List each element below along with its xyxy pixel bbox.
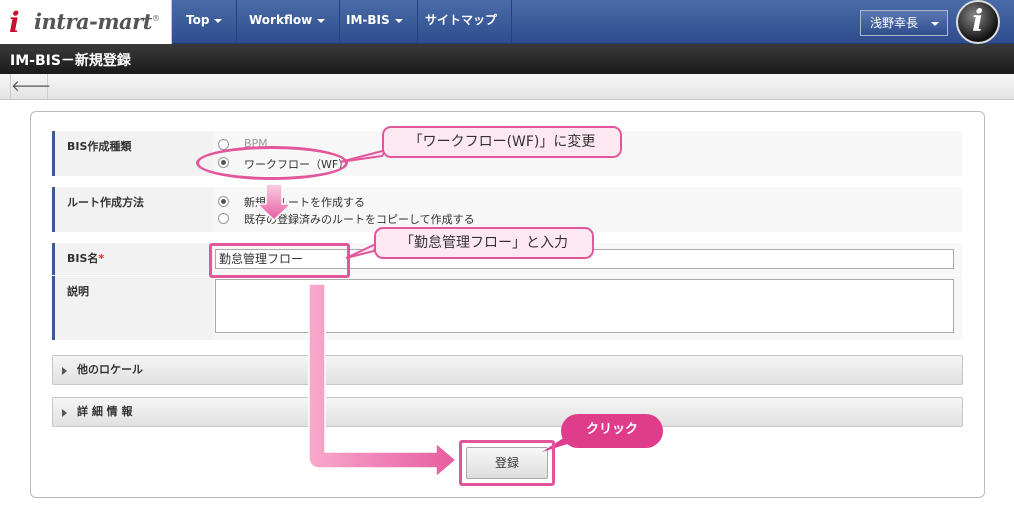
wf-highlight [196,146,348,180]
bis-type-label: BIS作成種類 [67,140,132,153]
intra-mart-logo[interactable]: i intra-mart® [0,0,172,44]
description-textarea[interactable] [215,279,954,333]
radio-copy-route[interactable] [218,213,229,224]
click-badge: クリック [561,414,663,448]
bis-name-label: BIS名* [67,252,105,265]
radio-copy-route-label: 既存の登録済みのルートをコピーして作成する [244,213,475,226]
top-navigation-bar: i intra-mart® Top Workflow IM-BIS サイトマップ… [0,0,1014,44]
chevron-down-icon [394,18,403,23]
bis-name-highlight [209,243,350,278]
back-button[interactable]: 🡐 [10,74,52,99]
nav-workflow[interactable]: Workflow [235,0,341,43]
callout-enter-name: 「勤怠管理フロー」と入力 [374,227,594,259]
route-method-row: ルート作成方法 [52,187,962,232]
avatar[interactable]: i [956,0,1000,44]
nav-im-bis[interactable]: IM-BIS [332,0,418,43]
chevron-down-icon [931,22,939,26]
logo-i-mark-icon: i [9,6,20,39]
page-title: IM-BIS－新規登録 [10,53,131,69]
user-menu-button[interactable]: 浅野幸長 [860,10,948,36]
route-method-label: ルート作成方法 [67,196,144,209]
radio-new-route-label: 新規にルートを作成する [244,196,365,209]
required-mark: * [98,252,105,265]
toolbar: 🡐 [0,74,1014,100]
logo-text: intra-mart® [34,9,160,34]
back-arrow-icon: 🡐 [11,77,52,95]
chevron-down-icon [214,18,223,23]
page-title-bar: IM-BIS－新規登録 [0,44,1014,74]
caret-right-icon [62,367,67,375]
chevron-down-icon [317,18,326,23]
other-locale-toggle[interactable]: 他のロケール [52,355,963,385]
radio-new-route[interactable] [218,196,229,207]
nav-sitemap[interactable]: サイトマップ [411,0,513,43]
caret-right-icon [62,409,67,417]
description-label: 説明 [67,285,89,298]
nav-top[interactable]: Top [172,0,238,43]
details-toggle[interactable]: 詳 細 情 報 [52,397,963,427]
callout-change-wf: 「ワークフロー(WF)」に変更 [382,126,622,158]
register-highlight [459,440,555,486]
